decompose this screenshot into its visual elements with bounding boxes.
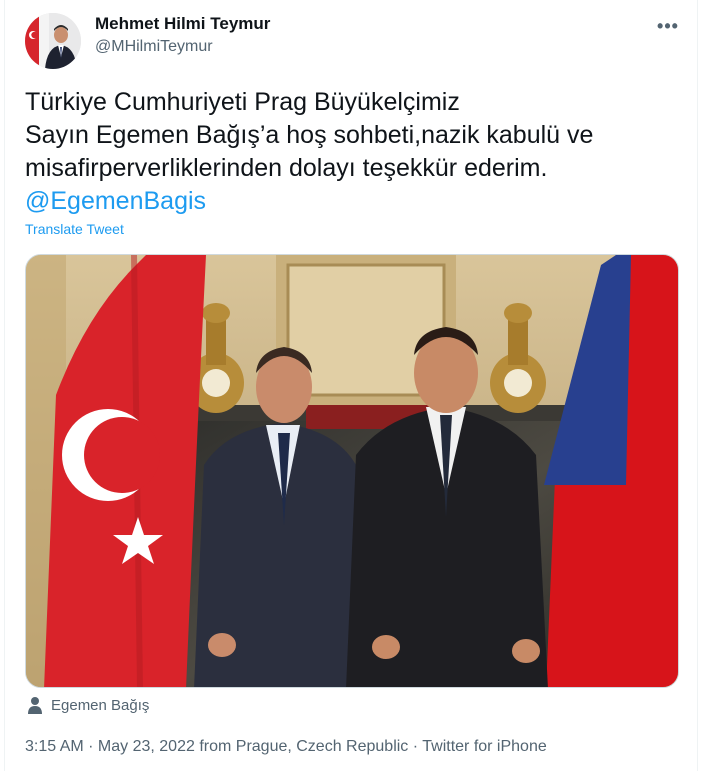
tweet-source-link[interactable]: Twitter for iPhone <box>422 738 547 755</box>
tweet-photo[interactable] <box>25 254 679 688</box>
meta-separator: · <box>408 738 423 755</box>
avatar[interactable] <box>25 13 81 69</box>
meta-separator: · <box>83 738 98 755</box>
more-dots-icon: ••• <box>657 15 679 36</box>
mention-link[interactable]: @EgemenBagis <box>25 185 675 218</box>
tweet-time-link[interactable]: 3:15 AM <box>25 738 84 755</box>
tweet-location: from Prague, Czech Republic <box>194 738 409 755</box>
tweet-line: Türkiye Cumhuriyeti Prag Büyükelçimiz <box>25 88 460 116</box>
tweet-date-link[interactable]: May 23, 2022 <box>98 738 195 755</box>
more-options-button[interactable]: ••• <box>653 14 683 38</box>
tweet-text: Türkiye Cumhuriyeti Prag Büyükelçimiz Sa… <box>25 86 675 218</box>
tweet-line: misafirperverliklerinden dolayı teşekkür… <box>25 154 548 182</box>
media-tag[interactable]: Egemen Bağış <box>27 694 149 716</box>
translate-tweet-link[interactable]: Translate Tweet <box>25 221 124 237</box>
author-name[interactable]: Mehmet Hilmi Teymur <box>95 14 270 34</box>
photo-image <box>26 255 678 687</box>
tweet-meta: 3:15 AM · May 23, 2022 from Prague, Czec… <box>25 738 547 756</box>
person-icon <box>28 697 42 714</box>
author-handle[interactable]: @MHilmiTeymur <box>95 38 213 56</box>
tweet-line: Sayın Egemen Bağış’a hoş sohbeti,nazik k… <box>25 121 594 149</box>
tweet-card: Mehmet Hilmi Teymur @MHilmiTeymur ••• Tü… <box>4 0 698 771</box>
tagged-user-label: Egemen Bağış <box>51 696 150 714</box>
